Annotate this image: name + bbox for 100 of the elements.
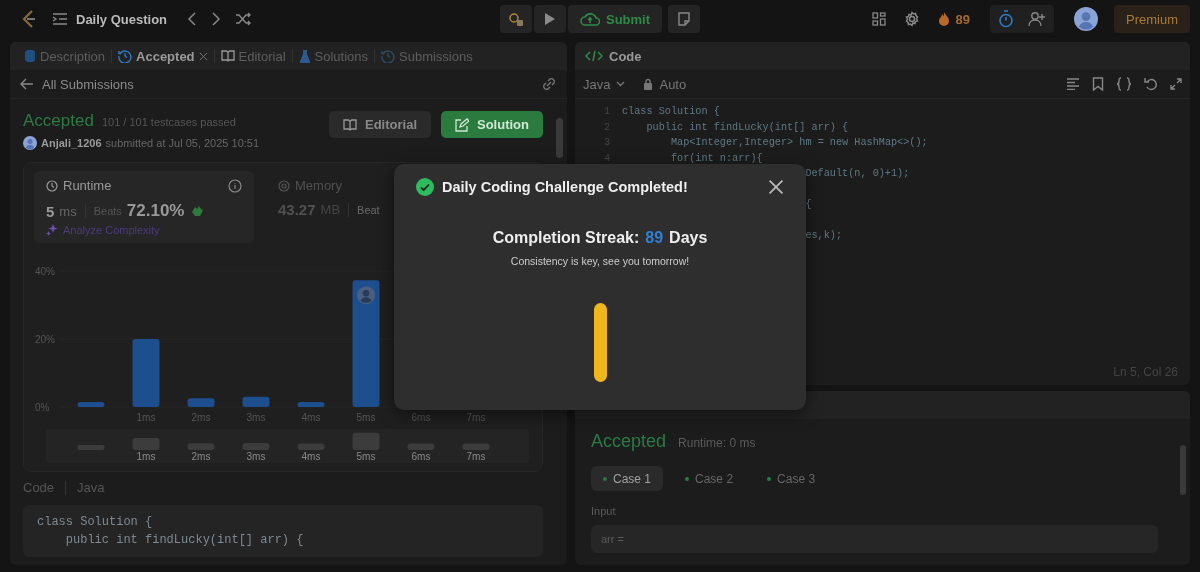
list-icon[interactable] [52,12,68,26]
axis-label: 7ms [466,451,486,462]
streak-label: Completion Streak: [492,229,640,247]
caret-icon[interactable] [616,81,626,87]
submission-time: submitted at Jul 05, 2025 10:51 [105,137,260,149]
axis-label: 5ms [356,451,376,462]
overview-bar [187,443,215,450]
submit-button[interactable]: Submit [567,5,663,33]
panel-tab[interactable]: Editorial [214,42,292,70]
language-select[interactable]: Java [583,76,611,92]
sparkle-icon [46,224,58,236]
shuffle-icon[interactable] [235,12,252,26]
overview-bar [132,438,160,450]
close-icon[interactable] [768,179,784,195]
mode-label: Auto [659,76,687,92]
back-link[interactable]: All Submissions [42,76,134,92]
panel-tab[interactable]: Solutions [292,42,374,70]
note-icon[interactable] [677,12,692,26]
language-label: Java [77,480,105,495]
reset-icon[interactable] [1144,77,1158,91]
panel-tab[interactable]: Description [18,42,112,70]
clap-icon [189,205,204,217]
axis-label: 2ms [191,451,211,462]
close-tab-icon[interactable] [198,51,208,61]
case-tab[interactable]: Case 1 [591,466,664,491]
user-avatar-icon[interactable] [23,136,37,150]
check-circle-icon [416,178,434,196]
code-line: class Solution { [622,105,720,119]
layout-icon[interactable] [871,12,886,26]
back-arrow-icon[interactable] [20,78,34,90]
history-icon [381,49,395,63]
axis-label: 6ms [411,451,431,462]
code-line: class Solution { [37,514,154,531]
overview-bar [352,432,380,450]
chevron-left-icon[interactable] [187,11,198,27]
runtime-title: Runtime [63,178,112,193]
memory-icon [278,179,290,192]
document-icon [24,49,36,63]
runtime-text: Runtime: 0 ms [678,436,756,450]
format-icon[interactable] [1066,78,1080,90]
page-title: Daily Question [76,11,168,27]
case-tab[interactable]: Case 3 [755,466,828,491]
code-line: es,k); [805,229,843,243]
code-line: for(int n:arr){ [669,151,763,166]
flask-icon [298,49,311,63]
code-line: public int findLucky(int[] arr) { [64,532,305,549]
flame-icon[interactable] [937,11,950,27]
timer-icon[interactable] [998,10,1014,28]
code-line: public int findLucky(int[] arr) { [645,120,849,135]
result-status: Accepted [591,431,667,451]
panel-tab[interactable]: Submissions [375,42,479,70]
overview-bar [242,443,270,450]
panel-tab[interactable]: Accepted [112,42,214,70]
solution-button[interactable]: Solution [441,111,543,138]
add-user-icon[interactable] [1028,11,1046,27]
clock-icon [46,179,58,192]
dialog-title: Daily Coding Challenge Completed! [442,179,689,195]
braces-icon[interactable] [1116,77,1132,91]
code-line: Default(n, 0)+1); [805,167,910,181]
overview-bar [462,443,490,450]
overview-bar [77,445,105,450]
runtime-unit: ms [59,203,77,219]
axis-label: 3ms [246,451,266,462]
lock-icon [643,78,654,90]
beats-percent: 72.10% [126,201,185,221]
premium-button[interactable]: Premium [1114,5,1190,33]
scrollbar-thumb[interactable] [1180,445,1186,495]
axis-label: 4ms [301,451,321,462]
axis-label: 1ms [136,451,156,462]
beats-label: Beat [357,203,380,216]
overview-bar [297,443,325,450]
input-label: Input [591,505,617,517]
avatar-icon [357,286,375,305]
expand-icon[interactable] [1170,78,1182,90]
settings-icon[interactable] [903,11,920,27]
logo-icon[interactable] [20,9,38,29]
bookmark-icon[interactable] [1092,77,1104,91]
book-icon [343,118,357,131]
scrollbar-thumb[interactable] [556,118,563,158]
overview-bar [407,443,435,450]
code-line: { [805,198,812,212]
chevron-right-icon[interactable] [211,11,222,27]
debug-icon[interactable] [507,11,524,27]
editorial-button[interactable]: Editorial [329,111,431,138]
edit-icon [455,117,469,132]
panel-title: Code [609,48,642,64]
history-icon [118,49,133,63]
code-icon [585,50,603,62]
book-icon [220,50,235,62]
streak-unit: Days [669,229,708,247]
info-icon[interactable] [228,178,242,193]
runtime-value: 5 [46,202,55,220]
username[interactable]: Anjali_1206 [41,137,102,149]
link-icon[interactable] [541,77,557,91]
play-icon[interactable] [543,12,556,26]
avatar-icon[interactable] [1074,7,1098,31]
case-tab[interactable]: Case 2 [673,466,746,491]
code-line: Map<Integer,Integer> hm = new HashMap<>(); [669,136,928,150]
dialog-message: Consistency is key, see you tomorrow! [510,255,690,267]
streak-days: 89 [645,229,664,247]
